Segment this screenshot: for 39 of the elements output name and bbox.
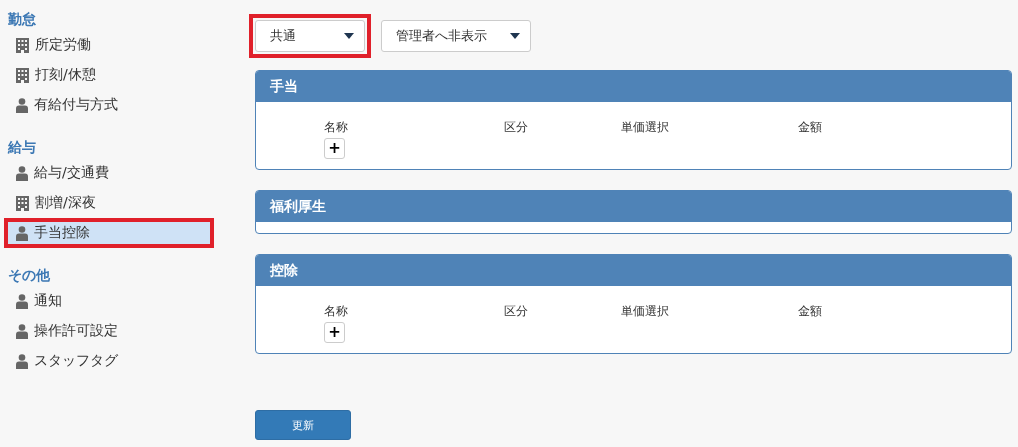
update-button[interactable]: 更新 [255, 410, 351, 440]
sidebar-item[interactable]: 操作許可設定 [4, 316, 214, 346]
building-icon [16, 67, 29, 83]
column-header: 単価選択 [621, 119, 670, 136]
sidebar-item[interactable]: 割増/深夜 [4, 188, 214, 218]
add-button[interactable]: + [324, 322, 345, 343]
building-icon [16, 37, 29, 53]
person-icon [16, 165, 28, 181]
person-icon [16, 323, 28, 339]
person-icon [16, 293, 28, 309]
caret-icon [510, 33, 520, 39]
dropdown[interactable]: 管理者へ非表示 [381, 20, 531, 52]
building-icon [16, 195, 29, 211]
caret-icon [344, 33, 354, 39]
dropdown[interactable]: 共通 [255, 20, 365, 52]
column-header: 区分 [504, 303, 529, 320]
section-title: 勤怠 [8, 10, 37, 29]
column-header: 名称 [324, 119, 349, 136]
sidebar-item[interactable]: スタッフタグ [4, 346, 214, 376]
section-title: 給与 [8, 138, 37, 157]
sidebar-item[interactable]: 通知 [4, 286, 214, 316]
sidebar-item[interactable]: 有給付与方式 [4, 90, 214, 120]
column-header: 単価選択 [621, 303, 670, 320]
sidebar-item[interactable]: 手当控除 [4, 218, 214, 248]
person-icon [16, 225, 28, 241]
person-icon [16, 353, 28, 369]
person-icon [16, 97, 28, 113]
sidebar-item[interactable]: 給与/交通費 [4, 158, 214, 188]
panel-header: 手当 [256, 71, 1011, 102]
column-header: 金額 [798, 303, 823, 320]
sidebar-item[interactable]: 所定労働 [4, 30, 214, 60]
column-header: 金額 [798, 119, 823, 136]
column-header: 区分 [504, 119, 529, 136]
section-title: その他 [8, 266, 51, 285]
add-button[interactable]: + [324, 138, 345, 159]
column-header: 名称 [324, 303, 349, 320]
sidebar-item[interactable]: 打刻/休憩 [4, 60, 214, 90]
panel-header: 控除 [256, 255, 1011, 286]
panel-header: 福利厚生 [256, 191, 1011, 222]
